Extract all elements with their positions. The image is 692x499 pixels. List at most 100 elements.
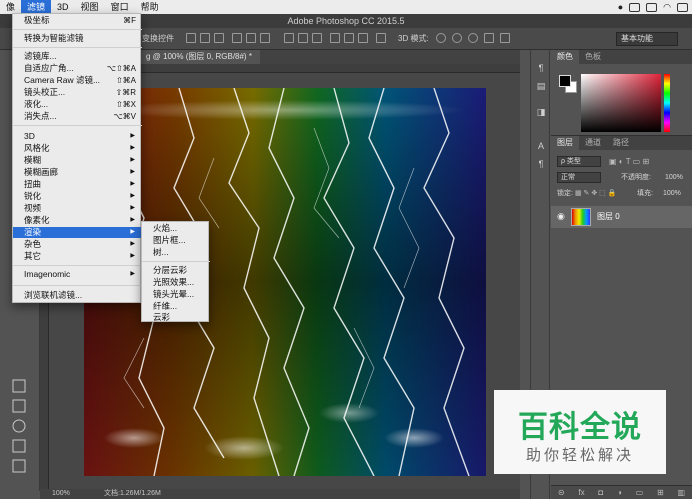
trash-icon[interactable]: ▥ xyxy=(677,488,685,497)
tab-channels[interactable]: 通道 xyxy=(579,136,607,150)
align-bottom-icon[interactable] xyxy=(214,33,224,43)
menu-item-blur-gallery[interactable]: 模糊画廊 ▶ xyxy=(13,167,142,178)
mode-3d-label: 3D 模式: xyxy=(398,34,429,43)
distribute-center-icon[interactable] xyxy=(344,33,354,43)
menu-item-pixelate[interactable]: 像素化 ▶ xyxy=(13,215,142,226)
align-top-icon[interactable] xyxy=(186,33,196,43)
submenu-item-fibers[interactable]: 纤维... xyxy=(142,301,210,312)
visibility-eye-icon[interactable]: ◉ xyxy=(557,211,565,222)
battery-icon[interactable] xyxy=(629,2,641,12)
menu-item-imagenomic[interactable]: Imagenomic ▶ xyxy=(13,269,142,280)
tab-color[interactable]: 颜色 xyxy=(551,50,579,64)
workspace-select[interactable]: 基本功能 xyxy=(616,32,678,46)
3d-rotate-icon[interactable] xyxy=(436,33,446,43)
folder-icon[interactable]: ▭ xyxy=(636,488,644,497)
menu-item-camera-raw[interactable]: Camera Raw 滤镜... ⇧⌘A xyxy=(13,75,142,86)
3d-roll-icon[interactable] xyxy=(452,33,462,43)
align-right-icon[interactable] xyxy=(260,33,270,43)
menu-item-liquify[interactable]: 液化... ⇧⌘X xyxy=(13,99,142,110)
adjustment-layer-icon[interactable]: ◑ xyxy=(617,488,622,497)
distribute-middle-icon[interactable] xyxy=(298,33,308,43)
blend-mode-select[interactable]: 正常 xyxy=(557,172,601,183)
submenu-item-clouds[interactable]: 云彩 xyxy=(142,313,210,322)
menu-view[interactable]: 视图 xyxy=(75,0,105,14)
menu-item-noise[interactable]: 杂色 ▶ xyxy=(13,239,142,250)
keyboard-icon[interactable] xyxy=(677,2,688,12)
distribute-top-icon[interactable] xyxy=(284,33,294,43)
distribute-bottom-icon[interactable] xyxy=(312,33,322,43)
move-tool-icon[interactable] xyxy=(12,379,26,393)
character-panel-icon[interactable]: A xyxy=(535,140,547,152)
menu-item-blur[interactable]: 模糊 ▶ xyxy=(13,155,142,166)
history-panel-icon[interactable]: ¶ xyxy=(535,62,547,74)
align-left-icon[interactable] xyxy=(232,33,242,43)
crop-tool-icon[interactable] xyxy=(12,439,26,453)
menu-item-video[interactable]: 视频 ▶ xyxy=(13,203,142,214)
tab-paths[interactable]: 路径 xyxy=(607,136,635,150)
submenu-item-picture-frame[interactable]: 图片框... xyxy=(142,235,210,246)
layer-name[interactable]: 图层 0 xyxy=(597,211,620,222)
menu-item-browse-online-filters[interactable]: 浏览联机滤镜... xyxy=(13,290,142,301)
zoom-level[interactable]: 100% xyxy=(52,489,70,499)
transform-controls-label[interactable]: 变换控件 xyxy=(142,33,174,44)
filter-icons[interactable]: ▣ ◐ T ▭ ⊞ xyxy=(609,154,649,169)
fill-value[interactable]: 100% xyxy=(663,186,681,201)
menu-item-other[interactable]: 其它 ▶ xyxy=(13,251,142,262)
distribute-right-icon[interactable] xyxy=(358,33,368,43)
color-panel: 颜色 色板 xyxy=(551,50,692,136)
properties-panel-icon[interactable]: ▤ xyxy=(535,80,547,92)
layer-row[interactable]: ◉ 图层 0 xyxy=(551,206,692,228)
menu-item-smart-filter[interactable]: 转换为智能滤镜 xyxy=(13,33,142,44)
color-spectrum[interactable] xyxy=(581,74,661,132)
menu-window[interactable]: 窗口 xyxy=(105,0,135,14)
foreground-color-swatch[interactable] xyxy=(559,75,571,87)
menu-item-vanishing-point[interactable]: 消失点... ⌥⌘V xyxy=(13,111,142,122)
lasso-tool-icon[interactable] xyxy=(12,419,26,433)
wifi-icon[interactable]: ◠ xyxy=(663,2,671,13)
menu-item-sharpen[interactable]: 锐化 ▶ xyxy=(13,191,142,202)
menu-item-render[interactable]: 渲染 ▶ xyxy=(13,227,142,238)
brush-tool-icon[interactable] xyxy=(12,459,26,473)
hue-slider[interactable] xyxy=(664,74,670,132)
menu-image[interactable]: 像 xyxy=(0,0,21,14)
menu-3d[interactable]: 3D xyxy=(51,0,75,14)
3d-scale-icon[interactable] xyxy=(500,33,510,43)
menu-item-distort[interactable]: 扭曲 ▶ xyxy=(13,179,142,190)
menu-item-filter-gallery[interactable]: 滤镜库... xyxy=(13,51,142,62)
menu-item-last-filter[interactable]: 极坐标 ⌘F xyxy=(13,15,142,26)
menu-filter[interactable]: 滤镜 xyxy=(21,0,52,14)
menu-item-adaptive-wide-angle[interactable]: 自适应广角... ⌥⇧⌘A xyxy=(13,63,142,74)
tab-layers[interactable]: 图层 xyxy=(551,136,579,150)
submenu-item-tree[interactable]: 树... xyxy=(142,247,210,258)
3d-pan-icon[interactable] xyxy=(468,33,478,43)
fill-label: 填充: xyxy=(637,190,653,197)
menu-help[interactable]: 帮助 xyxy=(135,0,165,14)
display-icon[interactable] xyxy=(646,2,658,12)
submenu-item-lens-flare[interactable]: 镜头光晕... xyxy=(142,289,210,300)
user-icon[interactable]: ● xyxy=(618,2,623,12)
tab-swatches[interactable]: 色板 xyxy=(579,50,607,64)
align-middle-icon[interactable] xyxy=(200,33,210,43)
link-layers-icon[interactable]: ⊝ xyxy=(558,488,565,497)
submenu-item-lighting-effects[interactable]: 光照效果... xyxy=(142,277,210,288)
menu-item-lens-correction[interactable]: 镜头校正... ⇧⌘R xyxy=(13,87,142,98)
submenu-item-difference-clouds[interactable]: 分层云彩 xyxy=(142,265,210,276)
menu-item-3d[interactable]: 3D ▶ xyxy=(13,131,142,142)
menu-item-stylize[interactable]: 风格化 ▶ xyxy=(13,143,142,154)
fx-icon[interactable]: fx xyxy=(578,488,584,497)
new-layer-icon[interactable]: ⊞ xyxy=(657,488,664,497)
document-tab[interactable]: g @ 100% (图层 0, RGB/8#) * xyxy=(140,50,260,64)
marquee-tool-icon[interactable] xyxy=(12,399,26,413)
opacity-value[interactable]: 100% xyxy=(665,170,683,185)
distribute-left-icon[interactable] xyxy=(330,33,340,43)
lock-icons[interactable]: ▦ ✎ ✥ ⬚ 🔒 xyxy=(575,186,616,201)
submenu-item-flame[interactable]: 火焰... xyxy=(142,223,210,234)
mask-icon[interactable]: ◘ xyxy=(598,488,603,497)
align-center-icon[interactable] xyxy=(246,33,256,43)
layer-kind-filter[interactable]: ρ 类型 xyxy=(557,156,601,167)
3d-slide-icon[interactable] xyxy=(484,33,494,43)
paragraph-panel-icon[interactable]: ¶ xyxy=(535,158,547,170)
photoshop-window: 像 滤镜 3D 视图 窗口 帮助 ● ◠ Adobe Photoshop CC … xyxy=(0,0,692,499)
auto-align-icon[interactable] xyxy=(376,33,386,43)
adjust-panel-icon[interactable]: ◨ xyxy=(535,106,547,118)
